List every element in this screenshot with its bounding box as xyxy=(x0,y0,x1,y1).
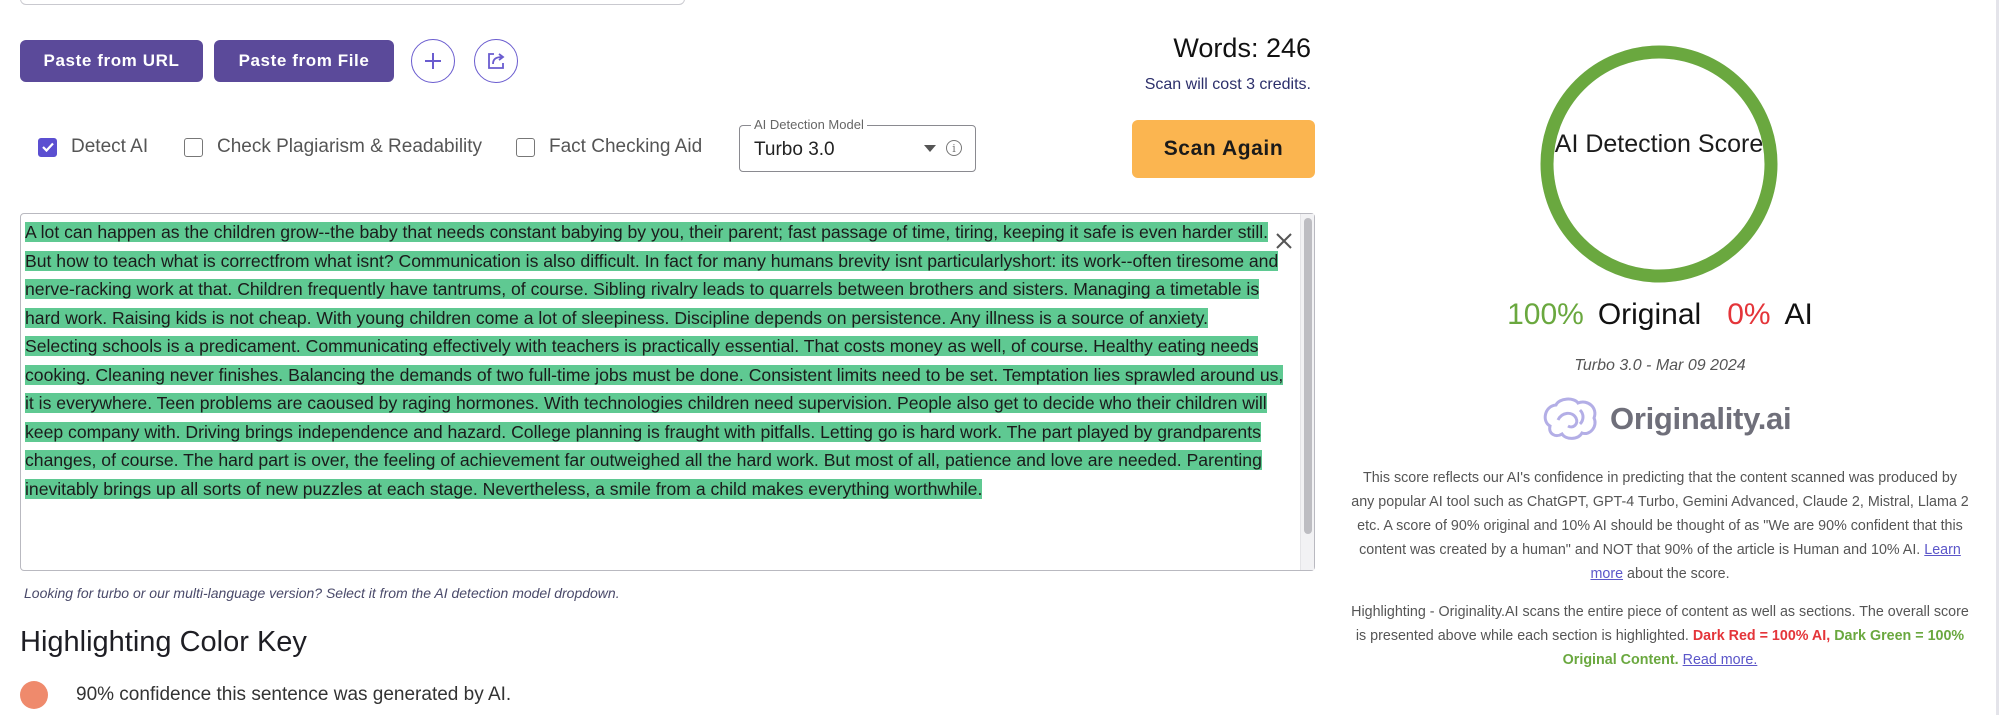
plagiarism-label: Check Plagiarism & Readability xyxy=(217,136,483,157)
chevron-down-icon[interactable] xyxy=(924,145,936,152)
model-select-legend: AI Detection Model xyxy=(751,117,867,132)
check-icon xyxy=(41,142,54,153)
score-explanation: This score reflects our AI's confidence … xyxy=(1350,466,1970,586)
brand-name: Originality.ai xyxy=(1610,401,1792,436)
ai-percent: 0% xyxy=(1727,298,1771,331)
word-count: Words: 246 xyxy=(1173,33,1311,63)
highlighting-explanation: Highlighting - Originality.AI scans the … xyxy=(1350,600,1970,672)
model-hint: Looking for turbo or our multi-language … xyxy=(24,585,620,601)
detect-ai-option[interactable]: Detect AI xyxy=(38,136,148,158)
detect-ai-label: Detect AI xyxy=(71,136,149,157)
fact-checking-label: Fact Checking Aid xyxy=(549,136,703,157)
score-ring-arc xyxy=(1540,45,1778,283)
color-key-swatch xyxy=(20,681,48,709)
ai-detection-model-select[interactable]: AI Detection Model Turbo 3.0 i xyxy=(739,117,976,172)
fact-checking-checkbox[interactable] xyxy=(516,137,535,157)
originality-logo[interactable]: Originality.ai xyxy=(1540,396,1792,442)
read-more-link[interactable]: Read more. xyxy=(1683,652,1758,668)
ai-label: AI xyxy=(1784,298,1813,331)
close-icon[interactable] xyxy=(1273,230,1295,252)
model-select-value: Turbo 3.0 xyxy=(754,139,835,160)
plagiarism-option[interactable]: Check Plagiarism & Readability xyxy=(184,136,482,158)
score-explanation-text: This score reflects our AI's confidence … xyxy=(1351,470,1969,558)
editor-scroll-thumb[interactable] xyxy=(1304,218,1312,534)
share-icon xyxy=(488,53,505,69)
model-date: Turbo 3.0 - Mar 09 2024 xyxy=(1574,357,1746,374)
scan-again-button[interactable]: Scan Again xyxy=(1132,120,1315,178)
editor-text[interactable]: A lot can happen as the children grow--t… xyxy=(25,218,1285,503)
share-button[interactable] xyxy=(474,39,518,83)
original-label: Original xyxy=(1597,298,1702,331)
editor-scrollbar[interactable] xyxy=(1300,214,1314,570)
score-summary: 100% Original 0% AI xyxy=(1350,298,1970,332)
original-percent: 100% xyxy=(1507,298,1584,331)
score-explanation-tail: about the score. xyxy=(1627,566,1730,582)
brain-logo-icon xyxy=(1543,397,1597,440)
add-button[interactable] xyxy=(411,39,455,83)
score-ring-label: AI Detection Score xyxy=(1554,130,1764,158)
fact-checking-option[interactable]: Fact Checking Aid xyxy=(516,136,702,158)
content-editor[interactable]: A lot can happen as the children grow--t… xyxy=(20,213,1315,571)
info-icon[interactable]: i xyxy=(946,140,962,156)
scan-cost: Scan will cost 3 credits. xyxy=(1144,76,1311,93)
dark-red-key: Dark Red = 100% AI, xyxy=(1692,628,1831,644)
plagiarism-checkbox[interactable] xyxy=(184,137,203,157)
detect-ai-checkbox[interactable] xyxy=(38,137,57,157)
color-key-label: 90% confidence this sentence was generat… xyxy=(76,684,512,705)
title-input[interactable] xyxy=(20,0,685,5)
color-key-title: Highlighting Color Key xyxy=(20,626,307,658)
highlighted-text: A lot can happen as the children grow--t… xyxy=(25,222,1284,499)
score-ring xyxy=(1540,45,1778,283)
plus-icon xyxy=(425,53,441,69)
paste-from-url-button[interactable]: Paste from URL xyxy=(20,40,203,82)
paste-from-file-button[interactable]: Paste from File xyxy=(214,40,394,82)
